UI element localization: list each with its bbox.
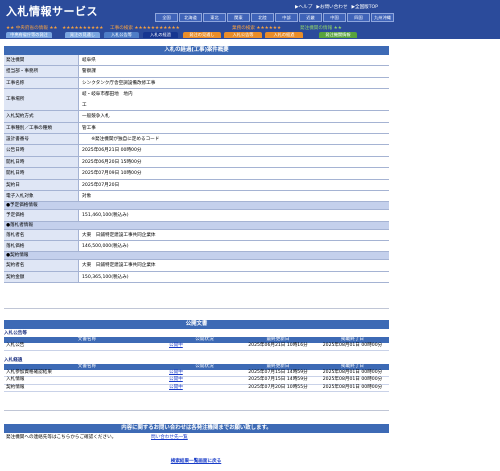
publish-link[interactable]: 公開中 [169,377,183,382]
region-kinki[interactable]: 近畿 [299,13,322,22]
tab-agency-info[interactable]: 発注機関情報 [319,32,357,38]
summary-row: 工事場所 岐・岐阜市都田地 地内工 [4,89,389,112]
region-tohoku[interactable]: 東北 [203,13,226,22]
table-row: 契約情報 公開中 2025年07月20日 10時55分 2025年08月01日 00時… [4,385,389,392]
summary-row: 契約日 2025年07月20日 [4,179,389,191]
section-estimated-price: ●予定価格情報 [4,202,389,211]
summary-row: 予定価格 151,460,100(税込み) [4,210,389,222]
notices-subtitle: 入札公告等 [4,331,27,336]
region-hokuriku[interactable]: 北陸 [251,13,274,22]
contact-panel: 内容に関するお問い合わせは各発注機関までお願い致します。 発注機関への連絡先等は… [4,424,389,442]
progress-subtitle: 入札経過 [4,357,23,363]
region-national[interactable]: 全国 [155,13,178,22]
publish-link[interactable]: 公開中 [169,385,183,390]
tab-bid-progress[interactable]: 入札の経過 [143,32,178,38]
contact-label: 発注機関への連絡先等はこちらからご確認ください。 [6,435,117,440]
tab-service-progress[interactable]: 入札の経過 [265,32,303,38]
section-winner: ●落札者情報 [4,221,389,230]
summary-panel: 入札の経過(工事)案件概要 発注機関 岐阜県 担当部・事務所 警察課 工事名称 シンク… [4,46,389,284]
documents-title: 公開文書 [4,320,389,329]
back-to-results-link[interactable]: 検索結果一覧画面に戻る [171,459,222,464]
summary-row: 落札価格 146,500,000(税込み) [4,241,389,253]
contact-list-link[interactable]: 問い合わせ先一覧 [146,433,188,442]
site-logo[interactable]: 入札情報サービス [6,3,98,19]
tab-notices[interactable]: 入札公告等 [104,32,139,38]
region-chugoku[interactable]: 中国 [323,13,346,22]
region-shikoku[interactable]: 四国 [347,13,370,22]
table-row: 入札参加資格確認結果 公開中 2025年07月15日 14時59分 2025年08月0… [4,370,389,377]
publish-link[interactable]: 公開中 [169,343,183,348]
divider [4,308,389,309]
section-contract: ●契約情報 [4,252,389,261]
summary-row: 工事名称 シンクタンク庁舎空調設備改修工事 [4,77,389,90]
category-row: ★★ 中央府省の情報 ★★ ★★★★★★★★★★ 工事の検索 ★★★★★★★★★… [0,24,500,31]
region-nav: 全国 北海道 東北 関東 北陸 中部 近畿 中国 四国 九州沖縄 [155,13,394,22]
summary-row: 公告日時 2025年06月21日 00時00分 [4,145,389,157]
summary-title: 入札の経過(工事)案件概要 [4,46,389,55]
table-row: 入札情報 公開中 2025年07月15日 14時59分 2025年08月01日 00時… [4,377,389,385]
region-kyushu[interactable]: 九州沖縄 [371,13,394,22]
contact-link[interactable]: ▶お問い合わせ [316,4,347,10]
tab-central-orders[interactable]: 中央府省庁等の発注 [6,32,52,38]
table-row: 入札公告 公開中 2025年06月21日 10時16分 2025年08月01日 00時… [4,343,389,351]
national-top-link[interactable]: ▶全国版TOP [351,4,378,10]
region-kanto[interactable]: 関東 [227,13,250,22]
site-header: 入札情報サービス ▶ヘルプ ▶お問い合わせ ▶全国版TOP 全国 北海道 東北 … [0,0,500,24]
tab-bar: 中央府省庁等の発注 発注の見通し 入札公告等 入札の経過 発注の見通し 入札公告… [0,31,500,39]
summary-row: 開札日時 2025年06月20日 15時00分 [4,156,389,169]
summary-row: 契約者名 大東 日鋪特定建設工事共同企業体 [4,260,389,272]
publish-link[interactable]: 公開中 [169,370,183,375]
region-hokkaido[interactable]: 北海道 [179,13,202,22]
summary-row: 工事種別／工事の種類 管工事 [4,122,389,134]
region-chubu[interactable]: 中部 [275,13,298,22]
tab-service-notices[interactable]: 入札公告等 [224,32,262,38]
help-link[interactable]: ▶ヘルプ [295,4,312,10]
summary-row: 開札日時 2025年07月09日 10時00分 [4,168,389,180]
summary-row: 電子入札対象 対象 [4,190,389,203]
summary-row: 発注機関 岐阜県 [4,55,389,67]
documents-panel: 公開文書 入札公告等 文書名称 公開状況 最終更新日 掲載終了日 入札公告 公開中 202… [4,320,389,392]
contact-title: 内容に関するお問い合わせは各発注機関までお願い致します。 [4,424,389,433]
footer: 検索結果一覧画面に戻る [0,458,392,464]
tab-outlook[interactable]: 発注の見通し [65,32,100,38]
summary-row: 入札契約方式 一般競争入札 [4,111,389,123]
divider [4,410,389,411]
summary-row: 契約金額 150,365,100(税込み) [4,271,389,284]
summary-row: 設計書番号 ※発注機関が独自に定めるコード [4,133,389,146]
summary-row: 担当部・事務所 警察課 [4,66,389,78]
contact-row: 発注機関への連絡先等はこちらからご確認ください。 問い合わせ先一覧 [4,433,389,442]
tab-service-outlook[interactable]: 発注の見通し [183,32,221,38]
summary-row: 落札者名 大東 日鋪特定建設工事共同企業体 [4,229,389,242]
header-links: ▶ヘルプ ▶お問い合わせ ▶全国版TOP [295,4,378,10]
